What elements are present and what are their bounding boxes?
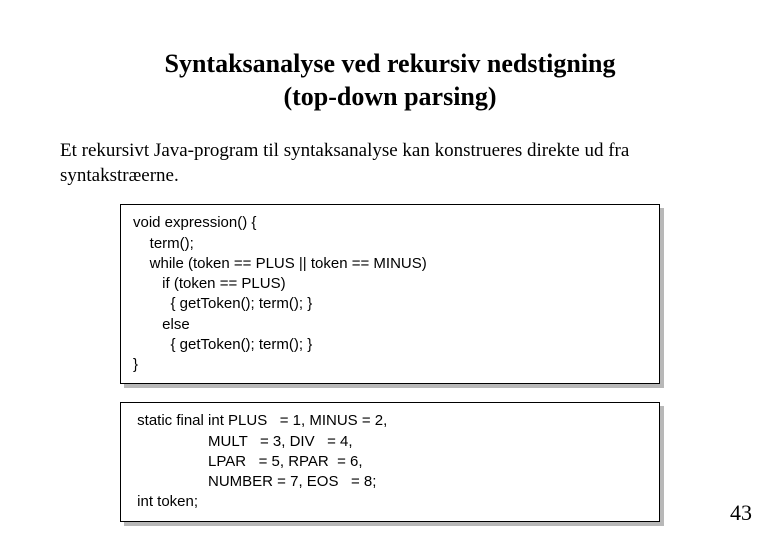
code-block-1: void expression() { term(); while (token… bbox=[120, 204, 660, 384]
title-line-1: Syntaksanalyse ved rekursiv nedstigning bbox=[164, 49, 615, 78]
title-line-2: (top-down parsing) bbox=[283, 82, 496, 111]
code-block-2: static final int PLUS = 1, MINUS = 2, MU… bbox=[120, 402, 660, 521]
slide-title: Syntaksanalyse ved rekursiv nedstigning … bbox=[60, 48, 720, 113]
code-content-1: void expression() { term(); while (token… bbox=[120, 204, 660, 384]
code-content-2: static final int PLUS = 1, MINUS = 2, MU… bbox=[120, 402, 660, 521]
intro-paragraph: Et rekursivt Java-program til syntaksana… bbox=[60, 139, 720, 188]
page-number: 43 bbox=[730, 500, 752, 526]
